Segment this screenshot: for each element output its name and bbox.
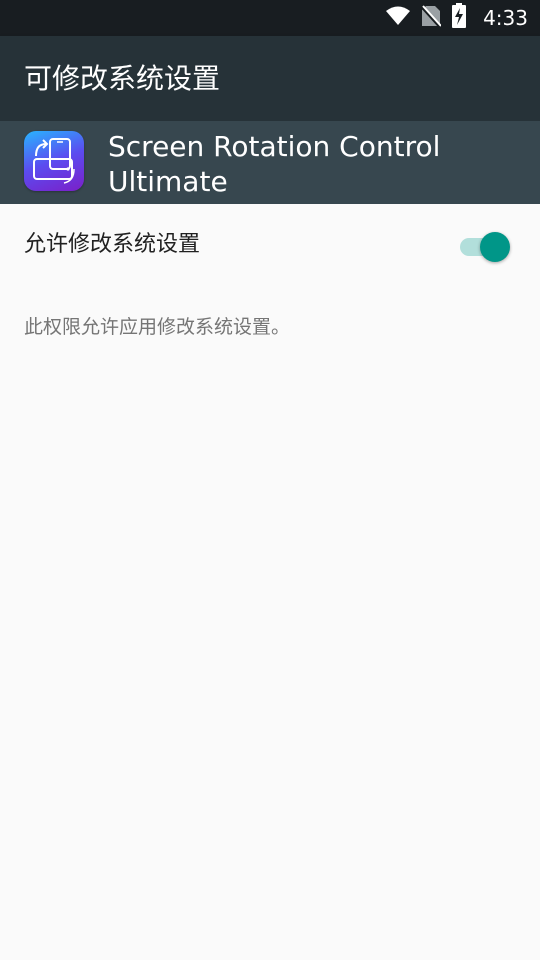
battery-charging-icon [451, 3, 467, 33]
status-time: 4:33 [483, 6, 528, 30]
page-title: 可修改系统设置 [24, 62, 221, 95]
status-icons: 4:33 [385, 0, 528, 36]
status-bar: 4:33 [0, 0, 540, 36]
no-sim-icon [420, 4, 442, 32]
allow-modify-settings-switch[interactable] [460, 230, 514, 262]
allow-modify-settings-row[interactable]: 允许修改系统设置 [0, 204, 540, 286]
wifi-icon [385, 5, 411, 31]
permission-summary: 此权限允许应用修改系统设置。 [24, 316, 291, 338]
toolbar: 可修改系统设置 [0, 36, 540, 121]
app-header: Screen Rotation Control Ultimate [0, 121, 540, 204]
screen-rotation-app-icon [24, 131, 84, 191]
switch-thumb [480, 232, 510, 262]
app-name: Screen Rotation Control Ultimate [108, 130, 441, 198]
allow-modify-settings-label: 允许修改系统设置 [24, 232, 201, 257]
